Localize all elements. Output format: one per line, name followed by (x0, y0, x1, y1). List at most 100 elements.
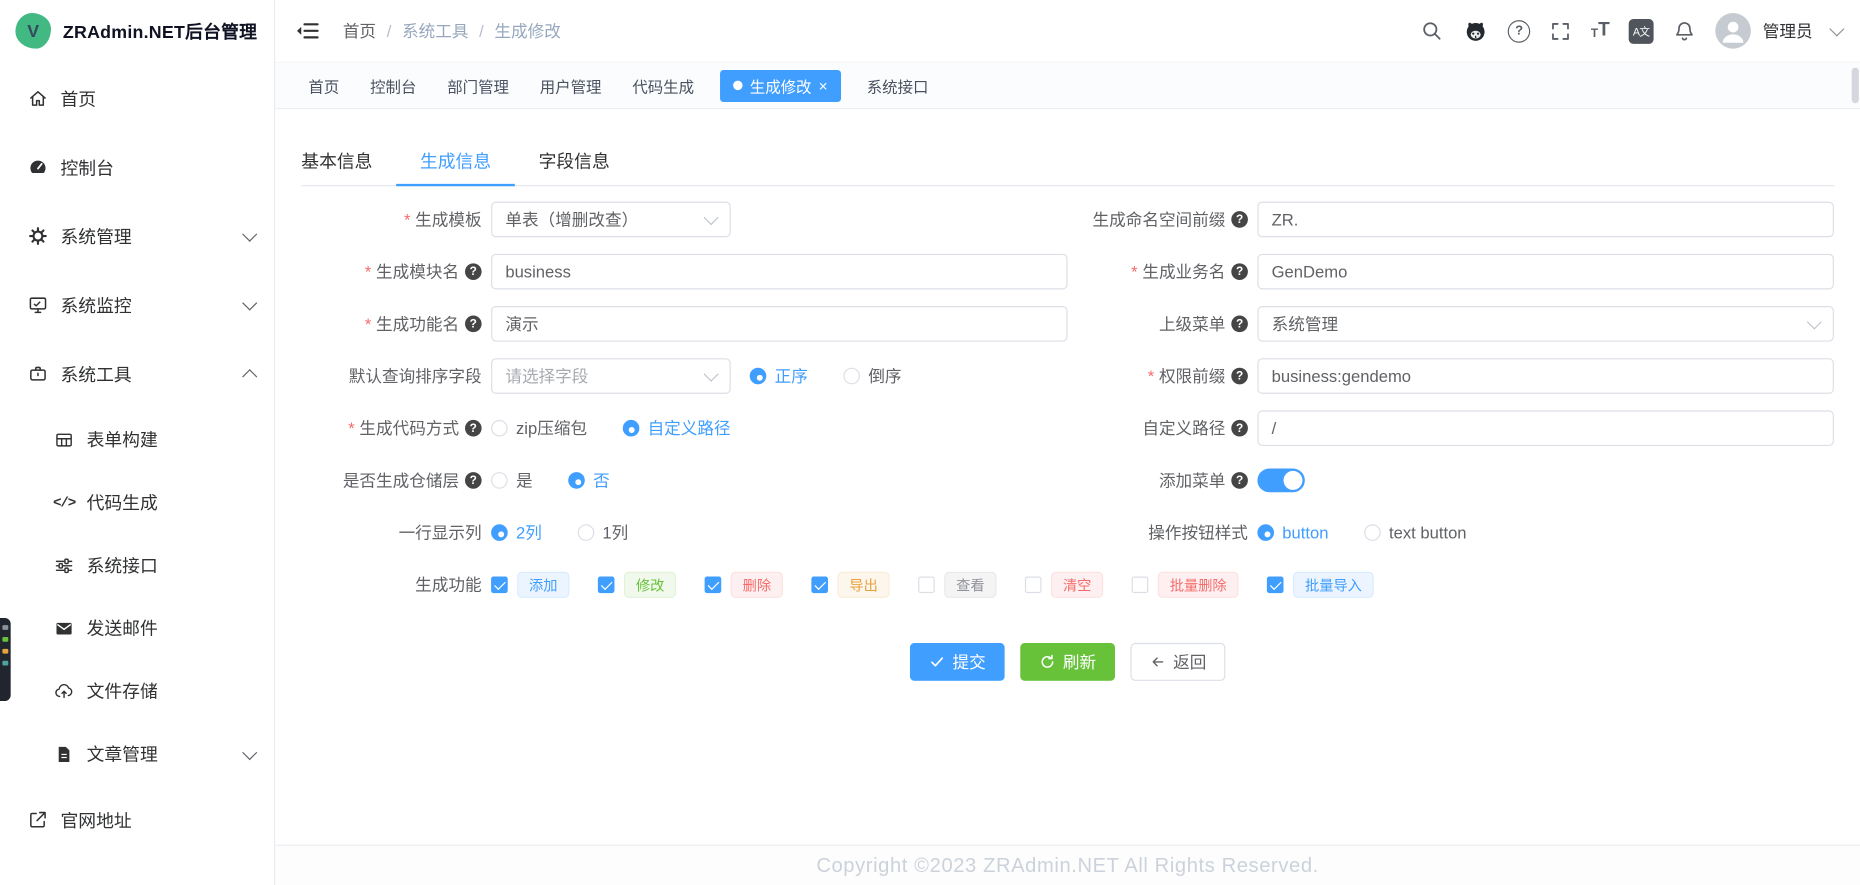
sidebar-item-website[interactable]: 官网地址 (0, 785, 274, 854)
sidebar-item-label: 表单构建 (86, 430, 158, 451)
radio-dot (749, 367, 767, 385)
help-icon[interactable]: ? (1231, 367, 1248, 385)
help-icon[interactable]: ? (464, 472, 482, 489)
tag-gen-edit-active[interactable]: 生成修改 × (720, 69, 841, 102)
business-name-input[interactable]: GenDemo (1257, 253, 1834, 290)
text-button-style-radio[interactable]: text button (1364, 523, 1467, 542)
sidebar-item-system-admin[interactable]: 系统管理 (0, 202, 274, 271)
sidebar-item-label: 首页 (60, 89, 97, 110)
sort-field-select[interactable]: 请选择字段 (491, 358, 731, 394)
sidebar-item-code-gen[interactable]: </> 代码生成 (0, 471, 274, 534)
document-icon (53, 743, 74, 764)
sidebar-item-system-api[interactable]: 系统接口 (0, 534, 274, 597)
sort-asc-radio[interactable]: 正序 (749, 364, 808, 388)
add-menu-toggle[interactable] (1257, 468, 1305, 493)
perm-prefix-input[interactable]: business:gendemo (1257, 358, 1834, 394)
feature-delete-checkbox[interactable]: 删除 (704, 571, 783, 598)
help-icon[interactable]: ? (464, 419, 482, 437)
help-icon[interactable]: ? (1231, 472, 1248, 489)
tag-user-admin[interactable]: 用户管理 (535, 69, 606, 101)
sidebar-fold-icon[interactable] (294, 18, 320, 44)
field-label: 默认查询排序字段 (348, 366, 482, 386)
repo-yes-radio[interactable]: 是 (491, 469, 533, 493)
checkbox (811, 576, 829, 594)
tag-system-api[interactable]: 系统接口 (862, 69, 933, 101)
sidebar-item-system-tools[interactable]: 系统工具 (0, 339, 274, 408)
button-style-radio[interactable]: button (1257, 523, 1328, 542)
language-icon[interactable]: A文 (1628, 18, 1654, 44)
tag-home[interactable]: 首页 (304, 69, 344, 101)
radio-dot (1257, 524, 1275, 541)
field-label: 生成代码方式 (359, 418, 460, 438)
user-menu-caret-icon[interactable] (1829, 20, 1845, 37)
help-icon[interactable]: ? (1231, 211, 1248, 228)
bell-icon[interactable] (1673, 19, 1697, 43)
form-row-code-mode: * 生成代码方式? zip压缩包 自定义路径 (301, 402, 1067, 454)
template-select[interactable]: 单表（增删改查） (491, 201, 731, 238)
refresh-button[interactable]: 刷新 (1020, 642, 1116, 681)
tag-code-gen[interactable]: 代码生成 (628, 69, 699, 101)
user-name[interactable]: 管理员 (1763, 19, 1813, 43)
help-icon[interactable]: ? (1231, 315, 1248, 333)
scrollbar-thumb[interactable] (1851, 67, 1859, 104)
logo-letter: V (27, 20, 40, 41)
feature-export-checkbox[interactable]: 导出 (811, 571, 890, 598)
sidebar-item-article-admin[interactable]: 文章管理 (0, 722, 274, 785)
sidebar-item-send-mail[interactable]: 发送邮件 (0, 597, 274, 660)
close-icon[interactable]: × (819, 78, 828, 93)
sidebar-item-dashboard[interactable]: 控制台 (0, 133, 274, 202)
feature-batch-import-checkbox[interactable]: 批量导入 (1267, 571, 1374, 598)
help-icon[interactable]: ? (1507, 19, 1531, 43)
feature-view-checkbox[interactable]: 查看 (918, 571, 997, 598)
sidebar-item-form-builder[interactable]: 表单构建 (0, 408, 274, 471)
tab-basic-info[interactable]: 基本信息 (301, 141, 396, 185)
fullscreen-icon[interactable] (1549, 20, 1572, 43)
custom-path-mode-radio[interactable]: 自定义路径 (622, 416, 731, 440)
sidebar-item-file-storage[interactable]: 文件存储 (0, 660, 274, 723)
help-icon[interactable]: ? (464, 315, 482, 333)
sort-desc-radio[interactable]: 倒序 (843, 364, 902, 388)
repo-no-radio[interactable]: 否 (568, 469, 610, 493)
breadcrumb-home[interactable]: 首页 (343, 19, 376, 43)
chevron-down-icon (242, 744, 258, 760)
feature-add-checkbox[interactable]: 添加 (491, 571, 570, 598)
parent-menu-select[interactable]: 系统管理 (1257, 306, 1834, 342)
zip-mode-radio[interactable]: zip压缩包 (491, 416, 587, 440)
module-name-input[interactable]: business (491, 253, 1068, 290)
submit-button[interactable]: 提交 (909, 642, 1005, 681)
font-size-icon[interactable]: TT (1591, 21, 1610, 40)
feature-tag: 清空 (1051, 571, 1104, 598)
main-area: 首页 / 系统工具 / 生成修改 ? TT A文 管理员 首页 控制台 部门管理… (275, 0, 1860, 885)
checkbox (597, 576, 615, 594)
feature-tag: 添加 (517, 571, 570, 598)
feature-tag: 修改 (623, 571, 677, 598)
user-avatar[interactable] (1715, 13, 1751, 49)
search-icon[interactable] (1420, 19, 1444, 43)
custom-path-input[interactable]: / (1257, 410, 1834, 447)
logo-row[interactable]: V ZRAdmin.NET后台管理 (0, 0, 274, 62)
help-icon[interactable]: ? (1231, 263, 1248, 280)
tab-gen-info[interactable]: 生成信息 (396, 141, 515, 187)
two-columns-radio[interactable]: 2列 (491, 521, 542, 545)
help-icon[interactable]: ? (1231, 419, 1248, 437)
checkbox (491, 576, 508, 594)
help-icon[interactable]: ? (464, 263, 482, 280)
theme-drawer-handle[interactable] (0, 618, 11, 702)
feature-batch-delete-checkbox[interactable]: 批量删除 (1131, 571, 1239, 598)
breadcrumb-system-tools: 系统工具 (402, 21, 469, 41)
github-icon[interactable] (1463, 18, 1489, 44)
feature-edit-checkbox[interactable]: 修改 (597, 571, 677, 598)
back-button[interactable]: 返回 (1130, 642, 1226, 681)
sidebar-item-system-monitor[interactable]: 系统监控 (0, 270, 274, 339)
tag-dashboard[interactable]: 控制台 (365, 69, 421, 101)
one-column-radio[interactable]: 1列 (577, 521, 628, 545)
required-asterisk: * (364, 314, 372, 334)
feature-clear-checkbox[interactable]: 清空 (1024, 571, 1104, 598)
namespace-input[interactable]: ZR. (1257, 201, 1834, 238)
sidebar-item-label: 代码生成 (86, 493, 158, 514)
tab-field-info[interactable]: 字段信息 (515, 141, 634, 185)
field-label: 生成功能名 (376, 314, 460, 334)
sidebar-item-home[interactable]: 首页 (0, 64, 274, 133)
function-name-input[interactable]: 演示 (491, 306, 1068, 342)
tag-dept-admin[interactable]: 部门管理 (442, 69, 513, 101)
